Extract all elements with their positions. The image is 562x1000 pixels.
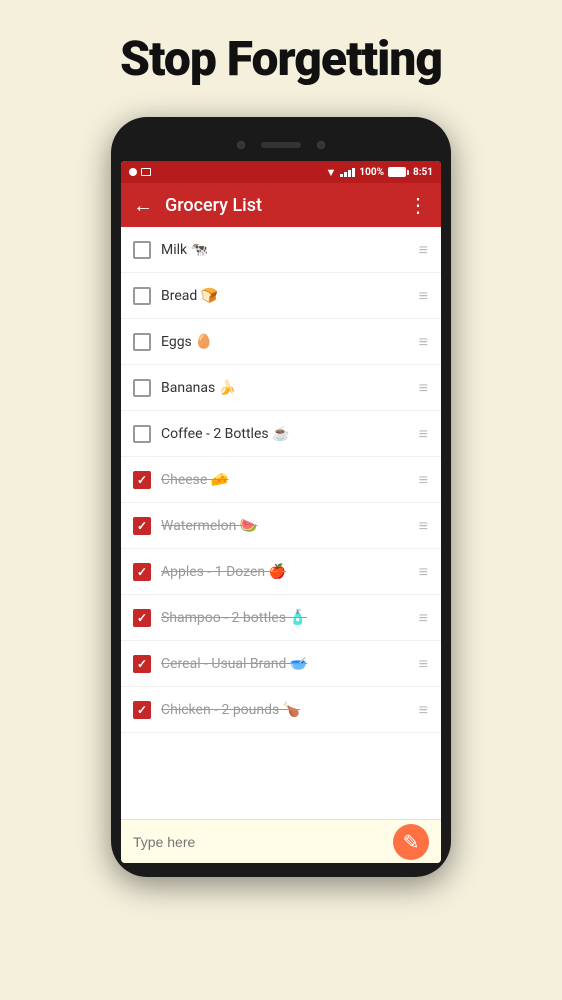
drag-handle-icon[interactable]: ≡	[419, 700, 429, 720]
list-item-label: Bananas 🍌	[161, 380, 409, 396]
list-item-label: Watermelon 🍉	[161, 518, 409, 534]
drag-handle-icon[interactable]: ≡	[419, 562, 429, 582]
list-item-label: Shampoo - 2 bottles 🧴	[161, 610, 409, 626]
list-item: Cereal - Usual Brand 🥣 ≡	[121, 641, 441, 687]
list-item-checkbox[interactable]	[133, 425, 151, 443]
add-item-icon: ✎	[403, 832, 420, 852]
camera-dot	[237, 141, 245, 149]
drag-handle-icon[interactable]: ≡	[419, 424, 429, 444]
battery-icon	[388, 167, 409, 177]
add-item-fab[interactable]: ✎	[393, 824, 429, 860]
drag-handle-icon[interactable]: ≡	[419, 654, 429, 674]
camera-dot-right	[317, 141, 325, 149]
list-item: Coffee - 2 Bottles ☕ ≡	[121, 411, 441, 457]
grocery-list: Milk 🐄≡Bread 🍞≡Eggs 🥚≡Bananas 🍌≡Coffee -…	[121, 227, 441, 819]
battery-pct: 100%	[359, 167, 384, 178]
list-item-label: Apples - 1 Dozen 🍎	[161, 564, 409, 580]
list-item-checkbox[interactable]	[133, 563, 151, 581]
drag-handle-icon[interactable]: ≡	[419, 378, 429, 398]
list-item-checkbox[interactable]	[133, 471, 151, 489]
drag-handle-icon[interactable]: ≡	[419, 286, 429, 306]
list-item-label: Cereal - Usual Brand 🥣	[161, 656, 409, 672]
phone-frame: ▼ 100% 8:51 ← Grocery List ⋮	[111, 117, 451, 877]
list-item-checkbox[interactable]	[133, 379, 151, 397]
speaker-grille	[261, 142, 301, 148]
phone-screen: ▼ 100% 8:51 ← Grocery List ⋮	[121, 161, 441, 863]
list-item-label: Bread 🍞	[161, 288, 409, 304]
list-item-checkbox[interactable]	[133, 701, 151, 719]
bottom-bar: ✎	[121, 819, 441, 863]
app-bar: ← Grocery List ⋮	[121, 183, 441, 227]
status-bar: ▼ 100% 8:51	[121, 161, 441, 183]
list-item-checkbox[interactable]	[133, 333, 151, 351]
list-item-checkbox[interactable]	[133, 287, 151, 305]
more-menu-button[interactable]: ⋮	[408, 193, 429, 217]
list-item-checkbox[interactable]	[133, 241, 151, 259]
status-time: 8:51	[413, 167, 433, 178]
list-item-label: Cheese 🧀	[161, 472, 409, 488]
list-item: Milk 🐄 ≡	[121, 227, 441, 273]
drag-handle-icon[interactable]: ≡	[419, 332, 429, 352]
list-item-checkbox[interactable]	[133, 517, 151, 535]
drag-handle-icon[interactable]: ≡	[419, 470, 429, 490]
drag-handle-icon[interactable]: ≡	[419, 516, 429, 536]
new-item-input[interactable]	[133, 834, 385, 850]
list-item-label: Chicken - 2 pounds 🍗	[161, 702, 409, 718]
list-item: Watermelon 🍉 ≡	[121, 503, 441, 549]
list-item: Cheese 🧀 ≡	[121, 457, 441, 503]
headline: Stop Forgetting	[120, 30, 442, 87]
list-item-label: Eggs 🥚	[161, 334, 409, 350]
list-item-checkbox[interactable]	[133, 609, 151, 627]
status-rect-icon	[141, 168, 151, 176]
drag-handle-icon[interactable]: ≡	[419, 240, 429, 260]
app-title: Grocery List	[165, 195, 396, 216]
list-item-checkbox[interactable]	[133, 655, 151, 673]
list-item-label: Coffee - 2 Bottles ☕	[161, 426, 409, 442]
wifi-icon: ▼	[325, 166, 336, 179]
list-item: Shampoo - 2 bottles 🧴 ≡	[121, 595, 441, 641]
back-button[interactable]: ←	[133, 193, 153, 218]
drag-handle-icon[interactable]: ≡	[419, 608, 429, 628]
list-item: Bread 🍞 ≡	[121, 273, 441, 319]
list-item: Chicken - 2 pounds 🍗 ≡	[121, 687, 441, 733]
status-dot-icon	[129, 168, 137, 176]
signal-icon	[340, 168, 355, 177]
list-item: Eggs 🥚 ≡	[121, 319, 441, 365]
list-item: Apples - 1 Dozen 🍎 ≡	[121, 549, 441, 595]
list-item-label: Milk 🐄	[161, 242, 409, 258]
list-item: Bananas 🍌 ≡	[121, 365, 441, 411]
